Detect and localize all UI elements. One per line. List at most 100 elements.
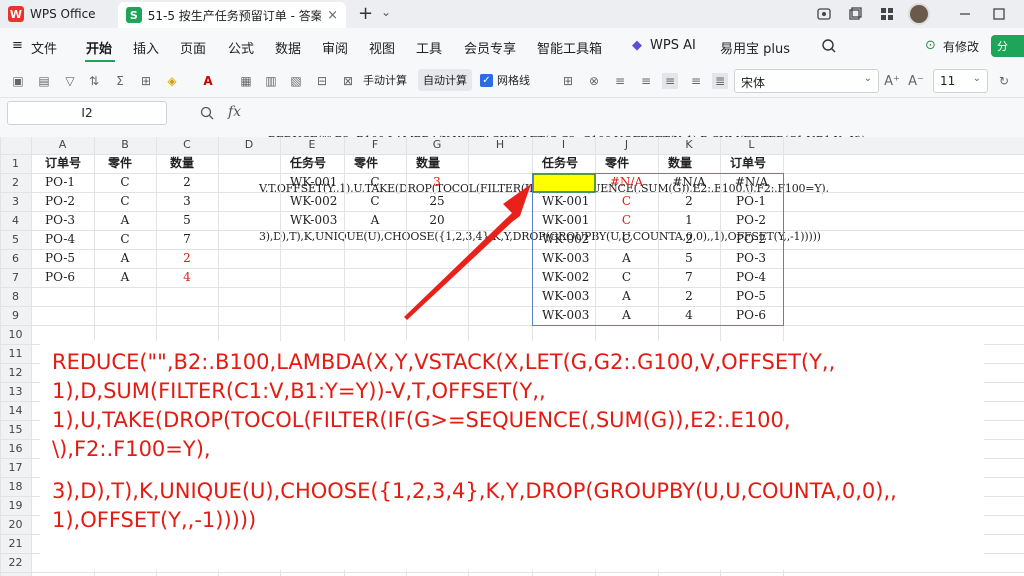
align-top-icon[interactable]: ≡ (612, 73, 628, 89)
result-na-cell[interactable]: #N/A (595, 173, 658, 192)
share-icon[interactable] (815, 5, 833, 23)
row-header-5[interactable]: 5 (0, 233, 31, 246)
column-header-F[interactable]: F (344, 138, 406, 151)
calc-icon[interactable]: ⊠ (340, 73, 356, 89)
column-header-E[interactable]: E (280, 138, 344, 151)
window-icon[interactable] (846, 5, 864, 23)
menu-view[interactable]: 视图 (369, 38, 395, 57)
result-header[interactable]: 订单号 (720, 154, 783, 173)
order-id-cell[interactable]: PO-5 (31, 249, 94, 268)
tasks-header[interactable]: 数量 (406, 154, 468, 173)
order-id-cell[interactable]: PO-3 (31, 211, 94, 230)
document-tab[interactable]: S 51-5 按生产任务预留订单 - 答案 × (118, 2, 346, 28)
column-header-K[interactable]: K (658, 138, 720, 151)
task-qty-cell[interactable]: 3 (406, 173, 468, 192)
row-header-2[interactable]: 2 (0, 176, 31, 189)
order-id-cell[interactable]: PO-4 (31, 230, 94, 249)
task-part-cell[interactable]: C (344, 192, 406, 211)
filter-icon[interactable]: ▽ (62, 73, 78, 89)
order-qty-cell[interactable]: 3 (156, 192, 218, 211)
share-button[interactable]: 分 (991, 35, 1024, 57)
row-header-1[interactable]: 1 (0, 157, 31, 170)
result-task-cell[interactable]: WK-003 (532, 306, 595, 325)
order-part-cell[interactable]: C (94, 173, 156, 192)
order-id-cell[interactable]: PO-6 (31, 268, 94, 287)
column-header-J[interactable]: J (595, 138, 658, 151)
column-header-I[interactable]: I (532, 138, 595, 151)
task-part-cell[interactable]: A (344, 211, 406, 230)
order-part-cell[interactable]: C (94, 230, 156, 249)
row-header-10[interactable]: 10 (0, 328, 31, 341)
row-header-18[interactable]: 18 (0, 480, 31, 493)
menu-formula[interactable]: 公式 (228, 38, 254, 57)
name-box[interactable]: I2 (7, 101, 167, 125)
order-part-cell[interactable]: A (94, 211, 156, 230)
menu-page[interactable]: 页面 (180, 38, 206, 57)
row-header-16[interactable]: 16 (0, 442, 31, 455)
search-icon[interactable] (821, 38, 837, 58)
order-part-cell[interactable]: A (94, 249, 156, 268)
menu-wps-ai[interactable]: WPS AI (650, 38, 696, 53)
column-header-C[interactable]: C (156, 138, 218, 151)
result-task-cell[interactable]: WK-001 (532, 211, 595, 230)
result-order-cell[interactable]: PO-3 (720, 249, 783, 268)
row-header-11[interactable]: 11 (0, 347, 31, 360)
result-task-cell[interactable]: WK-003 (532, 249, 595, 268)
user-avatar[interactable] (908, 3, 930, 25)
orders-header[interactable]: 订单号 (31, 154, 94, 173)
result-qty-cell[interactable]: 7 (658, 268, 720, 287)
row-header-8[interactable]: 8 (0, 290, 31, 303)
result-qty-cell[interactable]: 2 (658, 230, 720, 249)
column-header-L[interactable]: L (720, 138, 783, 151)
increase-font-icon[interactable]: A⁺ (884, 73, 900, 89)
menu-member[interactable]: 会员专享 (464, 38, 516, 57)
result-task-cell[interactable]: WK-002 (532, 268, 595, 287)
gridlines-checkbox[interactable]: ✓ (480, 74, 493, 87)
row-header-17[interactable]: 17 (0, 461, 31, 474)
wps-home-tab[interactable]: W WPS Office (8, 3, 114, 25)
order-qty-cell[interactable]: 4 (156, 268, 218, 287)
orders-header[interactable]: 零件 (94, 154, 156, 173)
border-icon[interactable]: ⊞ (138, 73, 154, 89)
font-family-select[interactable]: 宋体 ⌄ (734, 69, 879, 93)
maximize-icon[interactable] (990, 5, 1008, 23)
order-qty-cell[interactable]: 2 (156, 173, 218, 192)
row-header-6[interactable]: 6 (0, 252, 31, 265)
column-header-D[interactable]: D (218, 138, 280, 151)
row-header-7[interactable]: 7 (0, 271, 31, 284)
tab-list-chevron-icon[interactable]: ⌄ (381, 5, 391, 19)
table-style-icon[interactable]: ⊞ (560, 73, 576, 89)
result-order-cell[interactable]: PO-5 (720, 287, 783, 306)
result-header[interactable]: 数量 (658, 154, 720, 173)
result-part-cell[interactable]: C (595, 230, 658, 249)
result-qty-cell[interactable]: 1 (658, 211, 720, 230)
fx-icon[interactable]: fx (228, 104, 241, 120)
result-na-cell[interactable]: #N/A (720, 173, 783, 192)
menu-insert[interactable]: 插入 (133, 38, 159, 57)
modified-status[interactable]: 有修改 (943, 38, 979, 55)
result-part-cell[interactable]: A (595, 287, 658, 306)
task-id-cell[interactable]: WK-001 (280, 173, 344, 192)
result-header[interactable]: 任务号 (532, 154, 595, 173)
menu-yiyongbao[interactable]: 易用宝 plus (720, 38, 790, 57)
font-size-select[interactable]: 11 ⌄ (933, 69, 988, 93)
menu-tools[interactable]: 工具 (416, 38, 442, 57)
result-header[interactable]: 零件 (595, 154, 658, 173)
column-header-B[interactable]: B (94, 138, 156, 151)
result-qty-cell[interactable]: 4 (658, 306, 720, 325)
align-center-icon[interactable]: ≡ (662, 73, 678, 89)
font-color-icon[interactable]: A (200, 73, 216, 89)
order-part-cell[interactable]: A (94, 268, 156, 287)
sort-icon[interactable]: ⇅ (86, 73, 102, 89)
decrease-font-icon[interactable]: A⁻ (908, 73, 924, 89)
task-id-cell[interactable]: WK-002 (280, 192, 344, 211)
new-tab-button[interactable]: + (358, 3, 373, 24)
wrap-text-icon[interactable]: ≣ (712, 73, 728, 89)
sum-icon[interactable]: Σ (112, 73, 128, 89)
order-id-cell[interactable]: PO-1 (31, 173, 94, 192)
result-part-cell[interactable]: A (595, 249, 658, 268)
task-qty-cell[interactable]: 20 (406, 211, 468, 230)
apps-grid-icon[interactable] (878, 5, 896, 23)
menu-data[interactable]: 数据 (275, 38, 301, 57)
rotate-icon[interactable]: ↻ (996, 73, 1012, 89)
